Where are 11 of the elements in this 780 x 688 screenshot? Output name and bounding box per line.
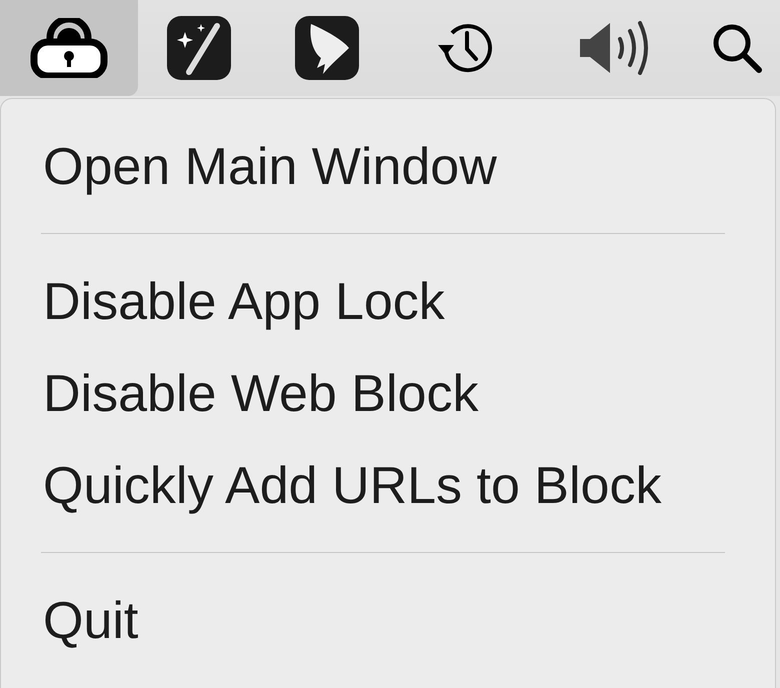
- menu-item[interactable]: Quit: [1, 575, 775, 667]
- lock-menu-button[interactable]: [0, 0, 138, 96]
- menu-item[interactable]: Quickly Add URLs to Block: [1, 440, 775, 532]
- search-icon: [711, 22, 763, 74]
- lock-icon: [28, 18, 110, 78]
- menu-item[interactable]: Open Main Window: [1, 121, 775, 213]
- menu-item[interactable]: Disable Web Block: [1, 348, 775, 440]
- menu-item[interactable]: Disable App Lock: [1, 256, 775, 348]
- magic-wand-icon: [167, 16, 231, 80]
- history-icon: [436, 21, 494, 75]
- wing-icon: [295, 16, 359, 80]
